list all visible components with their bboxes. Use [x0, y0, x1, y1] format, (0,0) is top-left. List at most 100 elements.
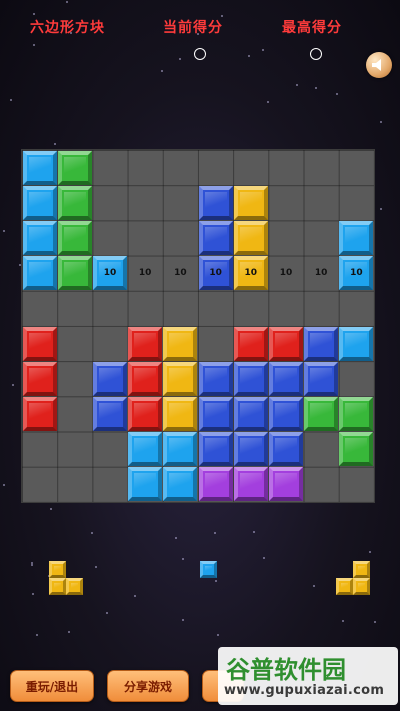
row-hint: 10	[350, 267, 363, 278]
block-blue	[233, 397, 268, 431]
block-blue	[269, 432, 303, 467]
row-hint: 10	[103, 267, 117, 278]
block-green	[57, 256, 92, 291]
sound-toggle-button[interactable]	[366, 52, 392, 78]
block-blue	[269, 397, 303, 431]
game-title: 六边形方块	[30, 20, 105, 36]
star	[49, 507, 52, 510]
star	[35, 633, 38, 636]
star	[179, 57, 182, 60]
star	[2, 230, 5, 233]
star	[252, 530, 255, 533]
star	[216, 633, 219, 636]
block-yellow	[233, 185, 268, 220]
block-green	[57, 150, 92, 185]
star	[32, 43, 35, 46]
star	[262, 556, 265, 559]
restart-exit-button[interactable]: 重玩/退出	[10, 670, 94, 702]
piece-block	[336, 578, 353, 595]
block-red	[269, 326, 303, 361]
piece-block	[353, 578, 370, 595]
game-board[interactable]: 10 10 10 10 10 10 10 10	[21, 149, 375, 503]
piece-block	[66, 578, 83, 595]
block-green	[339, 397, 374, 431]
block-purple	[269, 467, 303, 502]
row-hint: 10	[244, 267, 258, 278]
block-blue	[233, 361, 268, 396]
star	[213, 531, 216, 534]
block-red	[128, 397, 163, 431]
row-hint: 10	[138, 267, 152, 278]
block-cyan	[128, 432, 163, 467]
current-score-label: 当前得分	[163, 20, 223, 36]
block-blue	[93, 397, 127, 431]
piece-block	[49, 561, 66, 578]
star	[335, 93, 338, 96]
piece-block	[353, 561, 370, 578]
star	[214, 579, 217, 582]
piece-block	[49, 578, 66, 595]
star	[91, 531, 94, 534]
block-cyan	[22, 221, 57, 255]
block-blue	[269, 361, 303, 396]
piece-block	[200, 561, 217, 578]
star	[267, 101, 270, 104]
block-yellow	[233, 221, 268, 255]
star	[11, 384, 14, 387]
block-blue	[304, 326, 339, 361]
star	[314, 87, 317, 90]
row-hint: 10	[174, 267, 187, 278]
block-cyan	[128, 467, 163, 502]
block-cyan	[22, 185, 57, 220]
star	[380, 121, 383, 124]
block-purple	[233, 467, 268, 502]
block-red	[233, 326, 268, 361]
row-hint: 10	[314, 267, 328, 278]
block-red	[22, 361, 57, 396]
star	[368, 550, 371, 553]
block-cyan	[163, 432, 198, 467]
share-game-button[interactable]: 分享游戏	[107, 670, 189, 702]
block-blue	[93, 361, 127, 396]
star	[106, 612, 109, 615]
star	[261, 49, 264, 51]
star	[65, 0, 68, 3]
star	[94, 565, 97, 568]
row-hint: 10	[279, 267, 293, 278]
block-green	[57, 185, 92, 220]
star	[174, 536, 177, 539]
star	[181, 558, 184, 561]
block-blue	[198, 185, 233, 220]
star	[30, 563, 33, 566]
best-score-label: 最高得分	[282, 20, 342, 36]
block-cyan	[163, 467, 198, 502]
star	[134, 595, 137, 598]
star	[373, 620, 376, 623]
block-yellow	[163, 326, 198, 361]
star	[67, 630, 70, 633]
row-hint: 10	[209, 267, 222, 278]
block-cyan	[339, 326, 374, 361]
star	[160, 69, 163, 72]
block-red	[128, 326, 163, 361]
watermark: 谷普软件园 www.gupuxiazai.com	[218, 647, 398, 705]
block-purple	[198, 467, 233, 502]
block-yellow	[163, 361, 198, 396]
star	[341, 619, 344, 622]
star	[248, 55, 251, 58]
star	[32, 13, 35, 16]
speaker-icon	[372, 59, 381, 71]
block-red	[22, 397, 57, 431]
block-red	[22, 326, 57, 361]
star	[380, 207, 383, 210]
star	[9, 98, 12, 101]
block-blue	[304, 361, 339, 396]
star	[54, 143, 57, 146]
block-cyan	[22, 256, 57, 291]
block-blue	[198, 221, 233, 255]
block-red	[128, 361, 163, 396]
star	[182, 618, 185, 621]
block-blue	[198, 397, 233, 431]
block-cyan	[22, 150, 57, 185]
block-blue	[198, 361, 233, 396]
